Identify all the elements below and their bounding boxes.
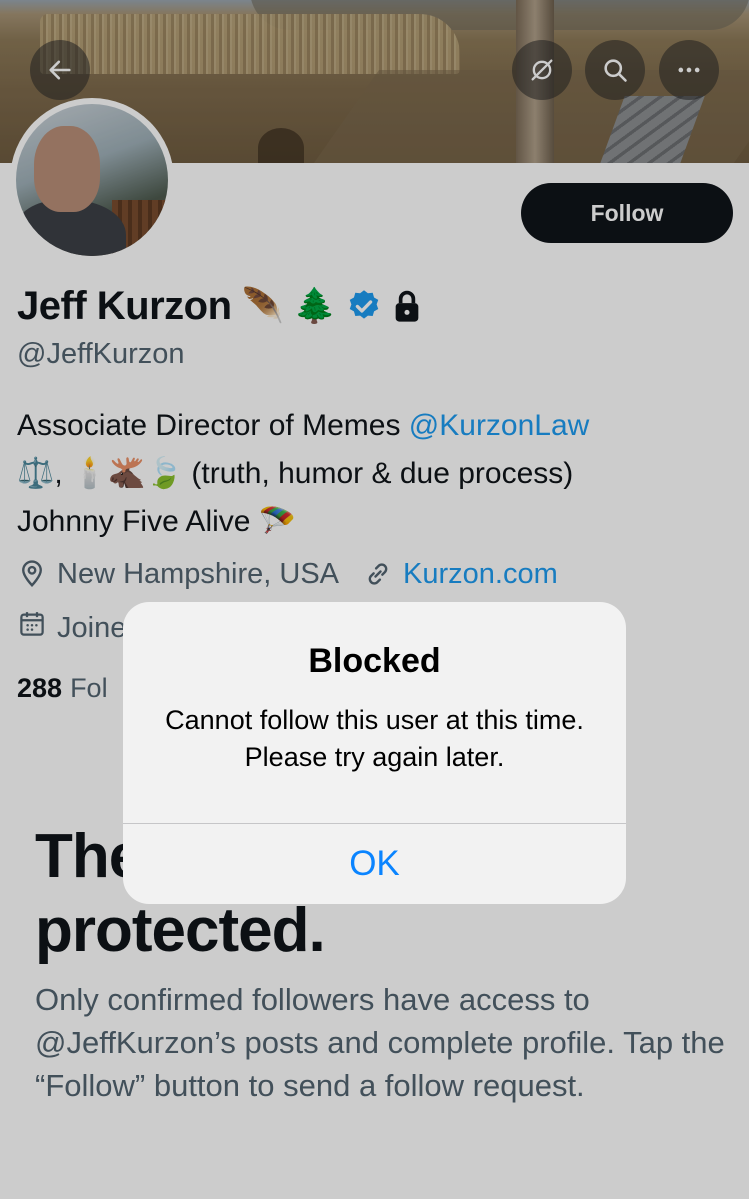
modal-overlay <box>0 0 749 1199</box>
alert-title: Blocked <box>308 642 441 680</box>
ok-button[interactable]: OK <box>123 823 626 904</box>
blocked-alert-dialog: Blocked Cannot follow this user at this … <box>123 602 626 904</box>
alert-message: Cannot follow this user at this time. Pl… <box>165 705 584 772</box>
